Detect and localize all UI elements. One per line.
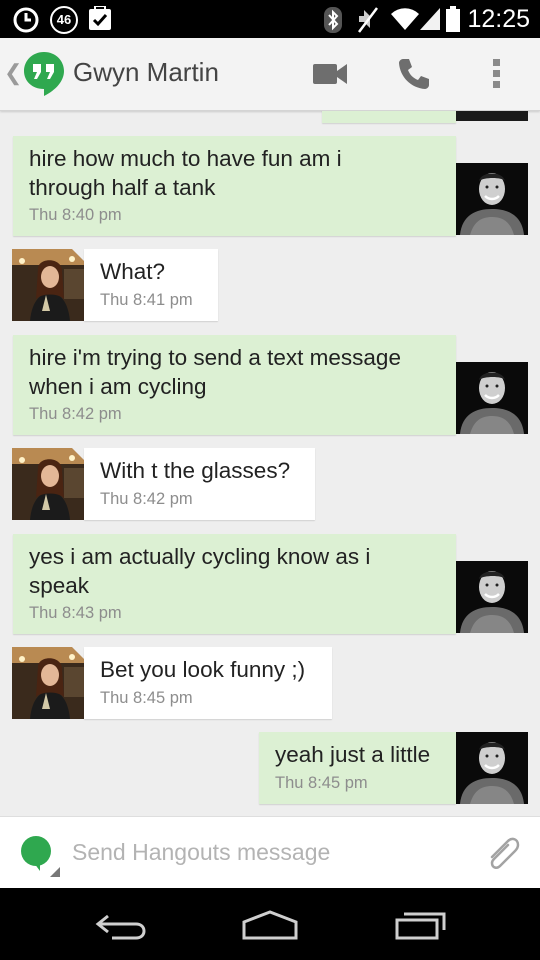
briefcase-icon (89, 6, 111, 30)
attach-icon[interactable] (486, 835, 522, 873)
message-bubble-outgoing[interactable]: hire how much to have fun am i through h… (13, 136, 456, 236)
message-bubble-outgoing[interactable]: hire i'm trying to send a text message w… (13, 335, 456, 435)
message-text: speak (29, 573, 90, 598)
message-timestamp: Thu 8:45 pm (275, 774, 368, 792)
message-text: What? (100, 259, 166, 284)
message-timestamp: Thu 8:40 pm (29, 206, 122, 224)
message-timestamp: Thu 8:41 pm (100, 291, 193, 309)
message-bubble-incoming[interactable]: What? Thu 8:41 pm (84, 249, 218, 321)
message-text: through half a tank (29, 175, 216, 200)
recents-icon[interactable] (394, 910, 448, 940)
message-bubble-incoming[interactable]: Bet you look funny ;) Thu 8:45 pm (84, 647, 332, 719)
navigation-bar (0, 888, 540, 960)
wifi-icon (391, 8, 419, 30)
signal-icon (420, 8, 440, 30)
overflow-menu-icon[interactable] (492, 58, 502, 90)
avatar-self-partial (456, 111, 528, 121)
avatar-contact[interactable] (12, 448, 84, 520)
message-text: yes i am actually cycling know as i (29, 544, 371, 569)
avatar-contact[interactable] (12, 249, 84, 321)
status-time: 12:25 (467, 5, 530, 33)
hangouts-status-icon[interactable] (20, 835, 62, 879)
message-input[interactable]: Send Hangouts message (72, 839, 330, 866)
message-timestamp: Thu 8:45 pm (100, 689, 193, 707)
mute-icon (358, 7, 378, 33)
message-text: Bet you look funny ;) (100, 657, 306, 682)
avatar-contact[interactable] (12, 647, 84, 719)
message-text: hire i'm trying to send a text message (29, 345, 401, 370)
bluetooth-icon (324, 7, 342, 33)
home-icon[interactable] (242, 910, 298, 940)
back-icon[interactable] (94, 912, 148, 940)
message-composer: Send Hangouts message (0, 816, 540, 889)
battery-icon (446, 6, 460, 32)
action-bar: ❮ Gwyn Martin (0, 38, 540, 111)
message-bubble-outgoing[interactable]: yeah just a little Thu 8:45 pm (259, 732, 456, 804)
avatar-self[interactable] (456, 362, 528, 434)
avatar-self[interactable] (456, 561, 528, 633)
video-call-icon[interactable] (313, 62, 349, 86)
message-bubble-outgoing[interactable]: yes i am actually cycling know as i spea… (13, 534, 456, 634)
message-timestamp: Thu 8:43 pm (29, 604, 122, 622)
status-bar: 46 12:25 (0, 0, 540, 38)
message-timestamp: Thu 8:42 pm (100, 490, 193, 508)
message-text: hire how much to have fun am i (29, 146, 342, 171)
alarm-icon (13, 7, 39, 33)
notification-count-badge: 46 (50, 6, 78, 34)
message-timestamp: Thu 8:42 pm (29, 405, 122, 423)
message-text: yeah just a little (275, 742, 431, 767)
message-bubble-partial (322, 111, 456, 123)
avatar-self[interactable] (456, 163, 528, 235)
avatar-self[interactable] (456, 732, 528, 804)
up-chevron-icon[interactable]: ❮ (4, 60, 22, 86)
phone-call-icon[interactable] (396, 56, 432, 92)
hangouts-logo[interactable] (22, 50, 66, 98)
message-bubble-incoming[interactable]: With t the glasses? Thu 8:42 pm (84, 448, 315, 520)
message-text: when i am cycling (29, 374, 207, 399)
message-text: With t the glasses? (100, 458, 291, 483)
contact-name: Gwyn Martin (73, 57, 219, 87)
message-list[interactable]: hire how much to have fun am i through h… (0, 111, 540, 815)
